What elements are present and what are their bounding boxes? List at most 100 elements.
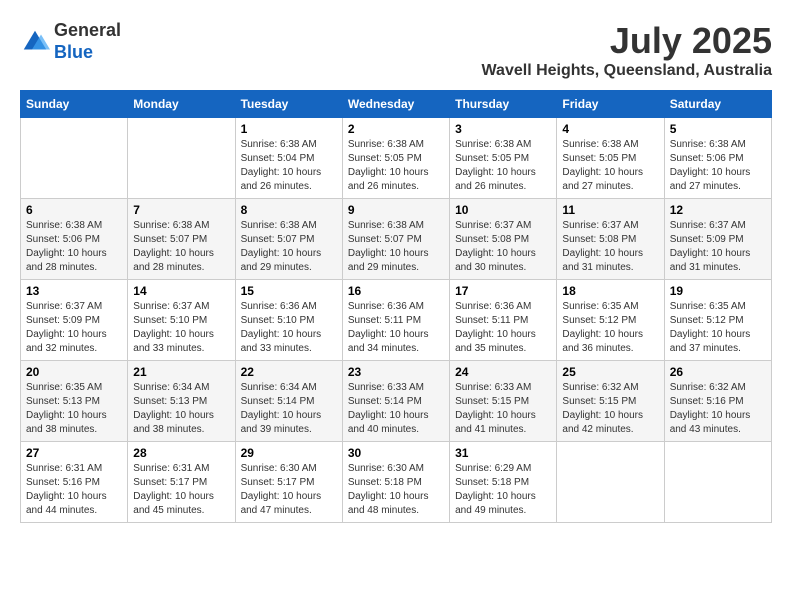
calendar-cell: 25 Sunrise: 6:32 AMSunset: 5:15 PMDayligh…: [557, 361, 664, 442]
calendar-cell: 26 Sunrise: 6:32 AMSunset: 5:16 PMDayligh…: [664, 361, 771, 442]
calendar-cell: 2 Sunrise: 6:38 AMSunset: 5:05 PMDaylight…: [342, 118, 449, 199]
cell-sun-info: Sunrise: 6:38 AMSunset: 5:07 PMDaylight:…: [348, 219, 444, 275]
day-number: 9: [348, 203, 444, 217]
day-number: 6: [26, 203, 122, 217]
day-number: 13: [26, 284, 122, 298]
calendar-cell: [664, 442, 771, 523]
calendar-cell: 7Sunrise: 6:38 AMSunset: 5:07 PMDaylight…: [128, 199, 235, 280]
cell-sun-info: Sunrise: 6:37 AMSunset: 5:10 PMDaylight:…: [133, 300, 229, 356]
cell-sun-info: Sunrise: 6:37 AMSunset: 5:09 PMDaylight:…: [26, 300, 122, 356]
cell-sun-info: Sunrise: 6:36 AMSunset: 5:11 PMDaylight:…: [348, 300, 444, 356]
weekday-header-cell: Monday: [128, 91, 235, 118]
cell-sun-info: Sunrise: 6:37 AMSunset: 5:08 PMDaylight:…: [455, 219, 551, 275]
day-number: 16: [348, 284, 444, 298]
calendar-week-row: 27Sunrise: 6:31 AMSunset: 5:16 PMDayligh…: [21, 442, 772, 523]
calendar-cell: 31Sunrise: 6:29 AMSunset: 5:18 PMDayligh…: [450, 442, 557, 523]
weekday-header-cell: Friday: [557, 91, 664, 118]
day-number: 28: [133, 446, 229, 460]
cell-sun-info: Sunrise: 6:32 AMSunset: 5:15 PMDaylight:…: [562, 381, 658, 437]
cell-sun-info: Sunrise: 6:31 AMSunset: 5:17 PMDaylight:…: [133, 462, 229, 518]
logo-line2: Blue: [54, 42, 121, 64]
weekday-header-cell: Sunday: [21, 91, 128, 118]
cell-sun-info: Sunrise: 6:38 AMSunset: 5:07 PMDaylight:…: [241, 219, 337, 275]
logo: General Blue: [20, 20, 121, 63]
weekday-header-cell: Thursday: [450, 91, 557, 118]
calendar-cell: 19 Sunrise: 6:35 AMSunset: 5:12 PMDayligh…: [664, 280, 771, 361]
day-number: 29: [241, 446, 337, 460]
cell-sun-info: Sunrise: 6:38 AMSunset: 5:06 PMDaylight:…: [26, 219, 122, 275]
location-title: Wavell Heights, Queensland, Australia: [482, 62, 772, 80]
day-number: 11: [562, 203, 658, 217]
day-number: 12: [670, 203, 766, 217]
day-number: 18: [562, 284, 658, 298]
calendar-cell: 24 Sunrise: 6:33 AMSunset: 5:15 PMDayligh…: [450, 361, 557, 442]
weekday-header-cell: Saturday: [664, 91, 771, 118]
calendar-cell: 4 Sunrise: 6:38 AMSunset: 5:05 PMDaylight…: [557, 118, 664, 199]
calendar-cell: 27Sunrise: 6:31 AMSunset: 5:16 PMDayligh…: [21, 442, 128, 523]
calendar-cell: 3Sunrise: 6:38 AMSunset: 5:05 PMDaylight…: [450, 118, 557, 199]
calendar-cell: 9 Sunrise: 6:38 AMSunset: 5:07 PMDaylight…: [342, 199, 449, 280]
day-number: 19: [670, 284, 766, 298]
calendar-table: SundayMondayTuesdayWednesdayThursdayFrid…: [20, 90, 772, 523]
cell-sun-info: Sunrise: 6:34 AMSunset: 5:14 PMDaylight:…: [241, 381, 337, 437]
day-number: 30: [348, 446, 444, 460]
calendar-body: 1Sunrise: 6:38 AMSunset: 5:04 PMDaylight…: [21, 118, 772, 523]
calendar-cell: 17 Sunrise: 6:36 AMSunset: 5:11 PMDayligh…: [450, 280, 557, 361]
weekday-header-cell: Tuesday: [235, 91, 342, 118]
day-number: 26: [670, 365, 766, 379]
calendar-cell: 5 Sunrise: 6:38 AMSunset: 5:06 PMDaylight…: [664, 118, 771, 199]
cell-sun-info: Sunrise: 6:37 AMSunset: 5:08 PMDaylight:…: [562, 219, 658, 275]
cell-sun-info: Sunrise: 6:33 AMSunset: 5:15 PMDaylight:…: [455, 381, 551, 437]
cell-sun-info: Sunrise: 6:30 AMSunset: 5:18 PMDaylight:…: [348, 462, 444, 518]
day-number: 14: [133, 284, 229, 298]
calendar-cell: 10 Sunrise: 6:37 AMSunset: 5:08 PMDayligh…: [450, 199, 557, 280]
day-number: 21: [133, 365, 229, 379]
calendar-cell: 21 Sunrise: 6:34 AMSunset: 5:13 PMDayligh…: [128, 361, 235, 442]
calendar-week-row: 13 Sunrise: 6:37 AMSunset: 5:09 PMDayligh…: [21, 280, 772, 361]
calendar-cell: 1Sunrise: 6:38 AMSunset: 5:04 PMDaylight…: [235, 118, 342, 199]
title-area: July 2025 Wavell Heights, Queensland, Au…: [482, 20, 772, 80]
cell-sun-info: Sunrise: 6:32 AMSunset: 5:16 PMDaylight:…: [670, 381, 766, 437]
calendar-cell: 20Sunrise: 6:35 AMSunset: 5:13 PMDayligh…: [21, 361, 128, 442]
day-number: 25: [562, 365, 658, 379]
cell-sun-info: Sunrise: 6:36 AMSunset: 5:10 PMDaylight:…: [241, 300, 337, 356]
cell-sun-info: Sunrise: 6:35 AMSunset: 5:12 PMDaylight:…: [670, 300, 766, 356]
calendar-cell: 29 Sunrise: 6:30 AMSunset: 5:17 PMDayligh…: [235, 442, 342, 523]
day-number: 8: [241, 203, 337, 217]
cell-sun-info: Sunrise: 6:29 AMSunset: 5:18 PMDaylight:…: [455, 462, 551, 518]
calendar-cell: 8 Sunrise: 6:38 AMSunset: 5:07 PMDaylight…: [235, 199, 342, 280]
day-number: 3: [455, 122, 551, 136]
day-number: 7: [133, 203, 229, 217]
cell-sun-info: Sunrise: 6:33 AMSunset: 5:14 PMDaylight:…: [348, 381, 444, 437]
calendar-header: SundayMondayTuesdayWednesdayThursdayFrid…: [21, 91, 772, 118]
calendar-cell: 6 Sunrise: 6:38 AMSunset: 5:06 PMDaylight…: [21, 199, 128, 280]
cell-sun-info: Sunrise: 6:36 AMSunset: 5:11 PMDaylight:…: [455, 300, 551, 356]
cell-sun-info: Sunrise: 6:35 AMSunset: 5:12 PMDaylight:…: [562, 300, 658, 356]
day-number: 22: [241, 365, 337, 379]
calendar-cell: 11 Sunrise: 6:37 AMSunset: 5:08 PMDayligh…: [557, 199, 664, 280]
day-number: 24: [455, 365, 551, 379]
calendar-cell: 16 Sunrise: 6:36 AMSunset: 5:11 PMDayligh…: [342, 280, 449, 361]
day-number: 17: [455, 284, 551, 298]
cell-sun-info: Sunrise: 6:34 AMSunset: 5:13 PMDaylight:…: [133, 381, 229, 437]
calendar-week-row: 6 Sunrise: 6:38 AMSunset: 5:06 PMDaylight…: [21, 199, 772, 280]
calendar-cell: [128, 118, 235, 199]
day-number: 10: [455, 203, 551, 217]
day-number: 2: [348, 122, 444, 136]
calendar-cell: 14 Sunrise: 6:37 AMSunset: 5:10 PMDayligh…: [128, 280, 235, 361]
cell-sun-info: Sunrise: 6:37 AMSunset: 5:09 PMDaylight:…: [670, 219, 766, 275]
day-number: 1: [241, 122, 337, 136]
cell-sun-info: Sunrise: 6:30 AMSunset: 5:17 PMDaylight:…: [241, 462, 337, 518]
calendar-cell: 22 Sunrise: 6:34 AMSunset: 5:14 PMDayligh…: [235, 361, 342, 442]
logo-icon: [20, 27, 50, 57]
day-number: 5: [670, 122, 766, 136]
calendar-cell: 12 Sunrise: 6:37 AMSunset: 5:09 PMDayligh…: [664, 199, 771, 280]
calendar-cell: [557, 442, 664, 523]
cell-sun-info: Sunrise: 6:38 AMSunset: 5:06 PMDaylight:…: [670, 138, 766, 194]
day-number: 4: [562, 122, 658, 136]
day-number: 15: [241, 284, 337, 298]
cell-sun-info: Sunrise: 6:38 AMSunset: 5:05 PMDaylight:…: [348, 138, 444, 194]
day-number: 20: [26, 365, 122, 379]
cell-sun-info: Sunrise: 6:38 AMSunset: 5:05 PMDaylight:…: [562, 138, 658, 194]
calendar-week-row: 20Sunrise: 6:35 AMSunset: 5:13 PMDayligh…: [21, 361, 772, 442]
